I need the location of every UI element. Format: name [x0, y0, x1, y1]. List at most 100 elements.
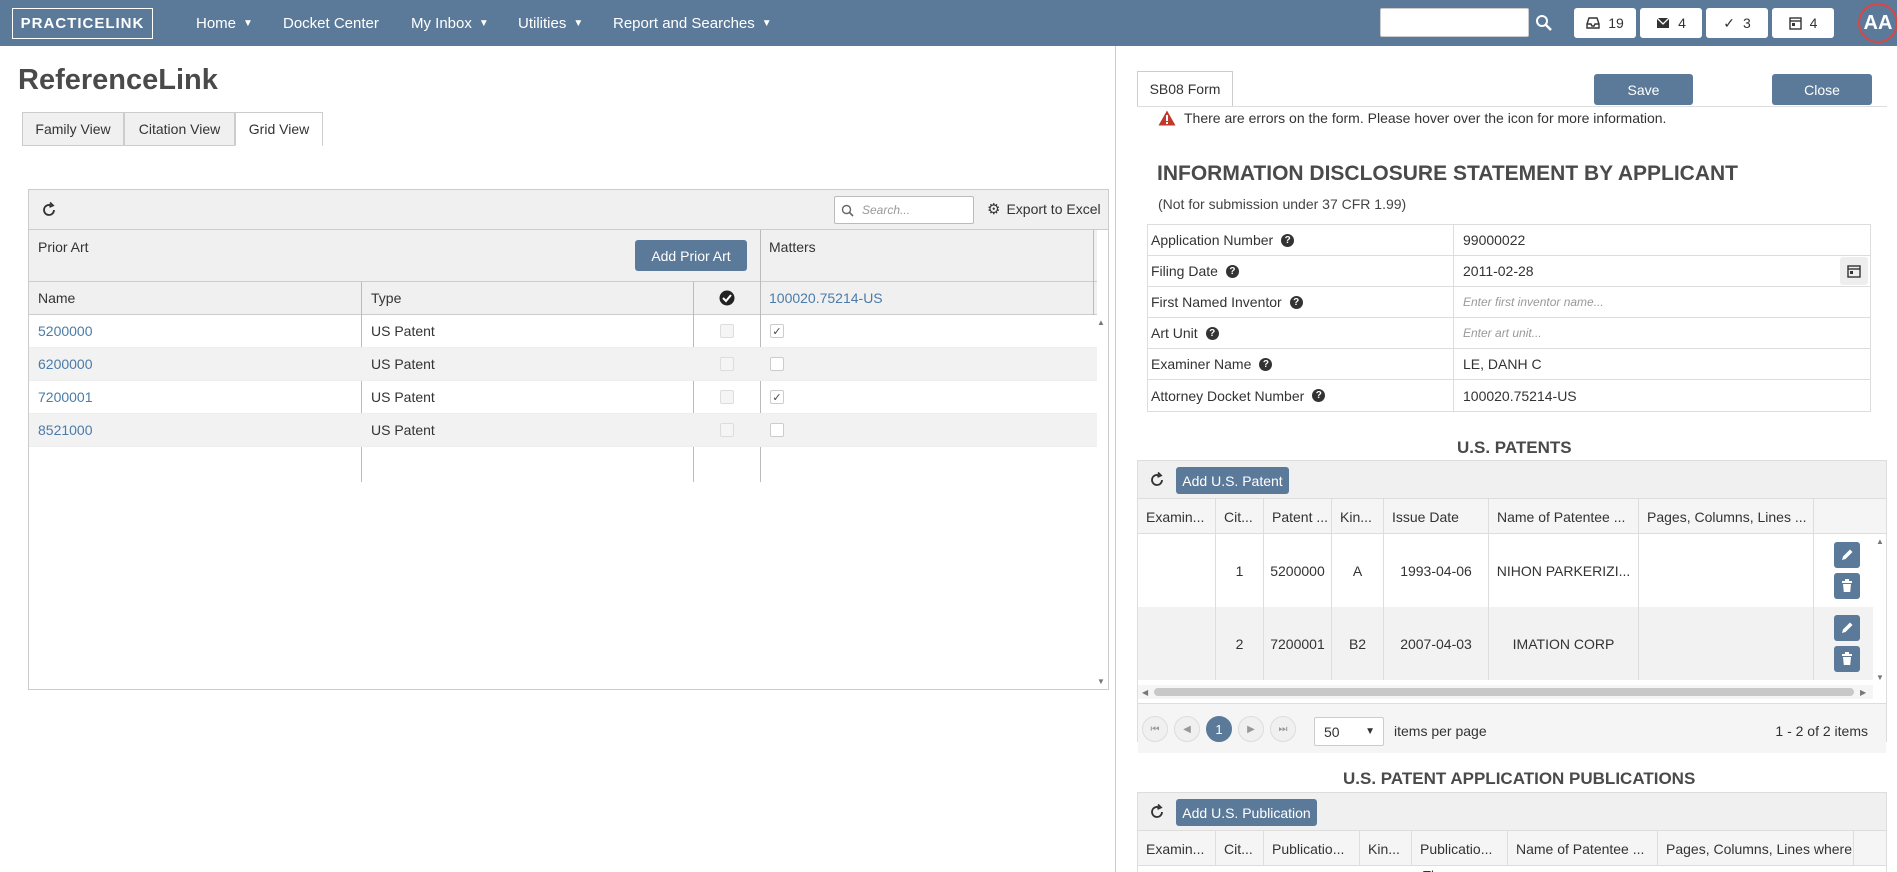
- search-icon[interactable]: [1535, 14, 1553, 32]
- refresh-icon[interactable]: [1148, 471, 1166, 489]
- column-examiner-header[interactable]: Examin...: [1138, 831, 1216, 866]
- scrollbar-thumb[interactable]: [1154, 688, 1854, 696]
- nav-my-inbox[interactable]: My Inbox ▼: [411, 0, 489, 46]
- help-icon[interactable]: ?: [1225, 264, 1239, 278]
- column-issue-date-header[interactable]: Issue Date: [1384, 499, 1489, 534]
- application-number-field[interactable]: 99000022: [1454, 225, 1870, 255]
- next-page-button[interactable]: ▶: [1238, 716, 1264, 742]
- date-picker-button[interactable]: [1840, 257, 1868, 285]
- edit-button[interactable]: [1834, 615, 1860, 641]
- grid-vertical-scrollbar[interactable]: ▲ ▼: [1873, 534, 1887, 685]
- select-checkbox[interactable]: [720, 423, 734, 437]
- column-patentee-header[interactable]: Name of Patentee ...: [1489, 499, 1639, 534]
- scroll-left-icon[interactable]: ◀: [1142, 688, 1148, 697]
- matter-checkbox[interactable]: [770, 423, 784, 437]
- column-publication-number-header[interactable]: Publicatio...: [1264, 831, 1360, 866]
- column-kind-header[interactable]: Kin...: [1360, 831, 1412, 866]
- refresh-icon[interactable]: [1148, 803, 1166, 821]
- mail-counter-button[interactable]: 4: [1640, 8, 1702, 38]
- table-row[interactable]: 8521000 US Patent: [29, 414, 1097, 447]
- column-patentee-header[interactable]: Name of Patentee ...: [1508, 831, 1658, 866]
- matter-checkbox[interactable]: ✓: [770, 390, 784, 404]
- filing-date-field[interactable]: 2011-02-28: [1454, 256, 1870, 286]
- grid-horizontal-scrollbar[interactable]: ◀ ▶: [1138, 685, 1873, 699]
- prior-art-name-link[interactable]: 5200000: [38, 323, 93, 339]
- matter-checkbox[interactable]: ✓: [770, 324, 784, 338]
- help-icon[interactable]: ?: [1259, 357, 1273, 371]
- scroll-up-icon[interactable]: ▲: [1876, 537, 1884, 546]
- nav-docket-center[interactable]: Docket Center: [283, 0, 379, 46]
- scroll-up-icon[interactable]: ▲: [1097, 318, 1105, 327]
- edit-button[interactable]: [1834, 542, 1860, 568]
- nav-utilities[interactable]: Utilities ▼: [518, 0, 583, 46]
- column-publication-date-header[interactable]: Publicatio...: [1412, 831, 1508, 866]
- previous-page-button[interactable]: ◀: [1174, 716, 1200, 742]
- scroll-right-icon[interactable]: ▶: [1860, 688, 1866, 697]
- prior-art-name-link[interactable]: 7200001: [38, 389, 93, 405]
- first-named-inventor-field[interactable]: Enter first inventor name...: [1454, 287, 1870, 317]
- global-search-input[interactable]: [1380, 8, 1529, 37]
- attorney-docket-number-field[interactable]: 100020.75214-US: [1454, 380, 1870, 411]
- inbox-counter-button[interactable]: 19: [1574, 8, 1636, 38]
- add-us-publication-button[interactable]: Add U.S. Publication: [1176, 799, 1317, 826]
- column-name-header[interactable]: Name: [38, 290, 75, 306]
- table-row[interactable]: 6200000 US Patent: [29, 348, 1097, 381]
- nav-report-and-searches[interactable]: Report and Searches ▼: [613, 0, 772, 46]
- select-checkbox[interactable]: [720, 357, 734, 371]
- save-button[interactable]: Save: [1594, 74, 1693, 105]
- column-cite-header[interactable]: Cit...: [1216, 831, 1264, 866]
- tab-grid-view[interactable]: Grid View: [235, 112, 323, 146]
- page-size-select[interactable]: 50 ▼: [1314, 717, 1384, 746]
- tab-family-view[interactable]: Family View: [22, 112, 124, 146]
- column-cite-header[interactable]: Cit...: [1216, 499, 1264, 534]
- scroll-down-icon[interactable]: ▼: [1097, 677, 1105, 686]
- help-icon[interactable]: ?: [1205, 326, 1219, 340]
- nav-home[interactable]: Home ▼: [196, 0, 253, 46]
- add-prior-art-button[interactable]: Add Prior Art: [635, 240, 747, 271]
- current-page-button[interactable]: 1: [1206, 716, 1232, 742]
- tab-sb08-form[interactable]: SB08 Form: [1137, 71, 1233, 107]
- column-kind-header[interactable]: Kin...: [1332, 499, 1384, 534]
- delete-button[interactable]: [1834, 646, 1860, 672]
- tab-citation-view[interactable]: Citation View: [124, 112, 235, 146]
- prior-art-name-link[interactable]: 6200000: [38, 356, 93, 372]
- matter-checkbox[interactable]: [770, 357, 784, 371]
- column-examiner-header[interactable]: Examin...: [1138, 499, 1216, 534]
- table-row[interactable]: 5200000 US Patent ✓: [29, 315, 1097, 348]
- help-icon[interactable]: ?: [1281, 233, 1295, 247]
- column-pages-header[interactable]: Pages, Columns, Lines ...: [1639, 499, 1814, 534]
- select-checkbox[interactable]: [720, 324, 734, 338]
- help-icon[interactable]: ?: [1312, 389, 1326, 402]
- panel-divider[interactable]: [1115, 46, 1116, 872]
- art-unit-field[interactable]: Enter art unit...: [1454, 318, 1870, 348]
- delete-button[interactable]: [1834, 573, 1860, 599]
- matter-column-link[interactable]: 100020.75214-US: [769, 290, 883, 306]
- first-page-button[interactable]: ⏮: [1142, 716, 1168, 742]
- select-checkbox[interactable]: [720, 390, 734, 404]
- export-to-excel-button[interactable]: ⚙ Export to Excel: [987, 200, 1101, 218]
- column-patent-header[interactable]: Patent ...: [1264, 499, 1332, 534]
- add-us-patent-button[interactable]: Add U.S. Patent: [1176, 467, 1289, 494]
- column-pages-header[interactable]: Pages, Columns, Lines where ...: [1658, 831, 1854, 866]
- prior-art-name-link[interactable]: 8521000: [38, 422, 93, 438]
- table-row[interactable]: 2 7200001 B2 2007-04-03 IMATION CORP: [1138, 607, 1873, 680]
- table-row[interactable]: 1 5200000 A 1993-04-06 NIHON PARKERIZI..…: [1138, 534, 1873, 607]
- warning-icon[interactable]: [1158, 110, 1176, 126]
- last-page-button[interactable]: ⏭: [1270, 716, 1296, 742]
- calendar-counter-button[interactable]: 4: [1772, 8, 1834, 38]
- practicelink-logo[interactable]: PRACTICELINK: [12, 8, 153, 39]
- examiner-cell[interactable]: [1138, 534, 1216, 607]
- user-avatar[interactable]: AA: [1858, 3, 1897, 43]
- examiner-name-field[interactable]: LE, DANH C: [1454, 349, 1870, 379]
- grid-search-input[interactable]: Search...: [834, 196, 974, 224]
- grid-vertical-scrollbar[interactable]: ▲ ▼: [1094, 315, 1108, 689]
- check-circle-icon[interactable]: [719, 290, 735, 306]
- scroll-down-icon[interactable]: ▼: [1876, 673, 1884, 682]
- refresh-icon[interactable]: [40, 201, 58, 219]
- examiner-cell[interactable]: [1138, 607, 1216, 680]
- tasks-counter-button[interactable]: ✓ 3: [1706, 8, 1768, 38]
- close-button[interactable]: Close: [1772, 74, 1872, 105]
- table-row[interactable]: 7200001 US Patent ✓: [29, 381, 1097, 414]
- column-type-header[interactable]: Type: [371, 290, 401, 306]
- help-icon[interactable]: ?: [1289, 295, 1303, 309]
